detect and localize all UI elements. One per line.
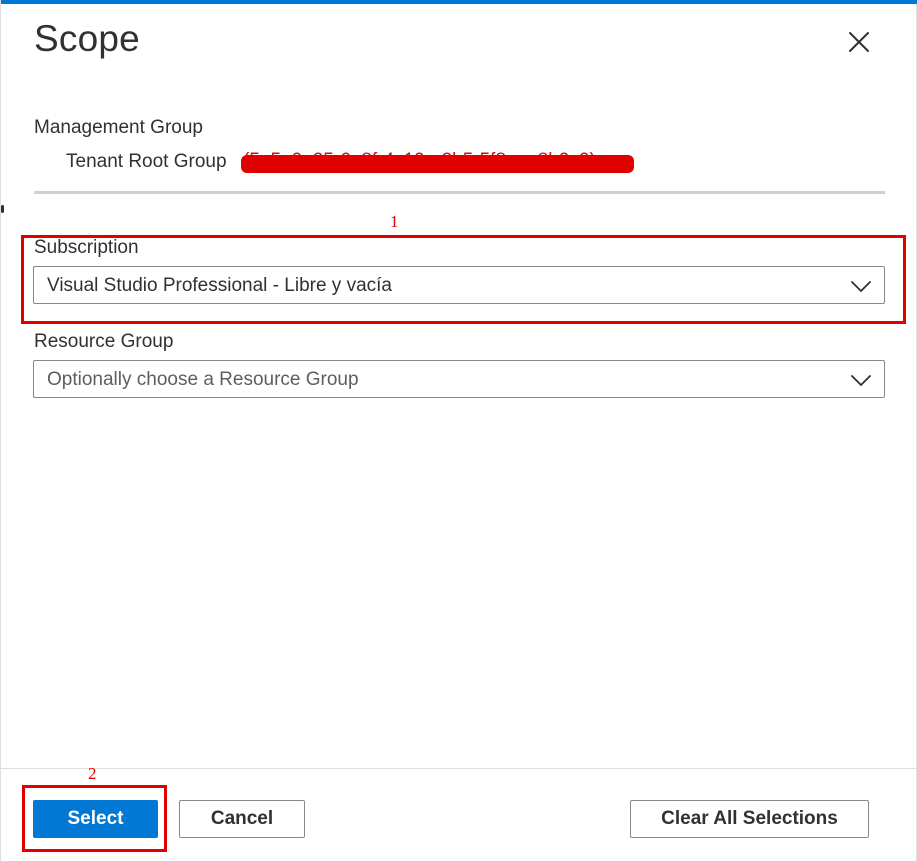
resource-group-label: Resource Group — [34, 331, 174, 352]
scope-panel: Scope Management Group Tenant Root Group… — [0, 0, 917, 861]
close-button[interactable] — [843, 26, 875, 58]
select-button[interactable]: Select — [33, 800, 158, 838]
resource-group-dropdown[interactable]: Optionally choose a Resource Group — [33, 360, 885, 398]
management-group-value: Tenant Root Group — [66, 151, 227, 172]
annotation-number-2: 2 — [88, 764, 97, 783]
annotation-number-1: 1 — [390, 212, 399, 231]
close-icon — [843, 26, 875, 58]
cancel-button[interactable]: Cancel — [179, 800, 305, 838]
chevron-down-icon — [850, 278, 872, 294]
clear-all-selections-button[interactable]: Clear All Selections — [630, 800, 869, 838]
top-accent-bar — [1, 0, 917, 4]
management-group-divider — [34, 191, 885, 194]
chevron-down-icon — [850, 372, 872, 388]
subscription-selected-value: Visual Studio Professional - Libre y vac… — [47, 275, 392, 296]
subscription-dropdown[interactable]: Visual Studio Professional - Libre y vac… — [33, 266, 885, 304]
edge-marker — [1, 205, 4, 213]
management-group-label: Management Group — [34, 117, 203, 138]
panel-title: Scope — [34, 18, 140, 59]
footer-divider — [1, 768, 917, 769]
subscription-label: Subscription — [34, 237, 139, 258]
resource-group-placeholder: Optionally choose a Resource Group — [47, 369, 359, 390]
redaction-mark — [241, 155, 634, 173]
